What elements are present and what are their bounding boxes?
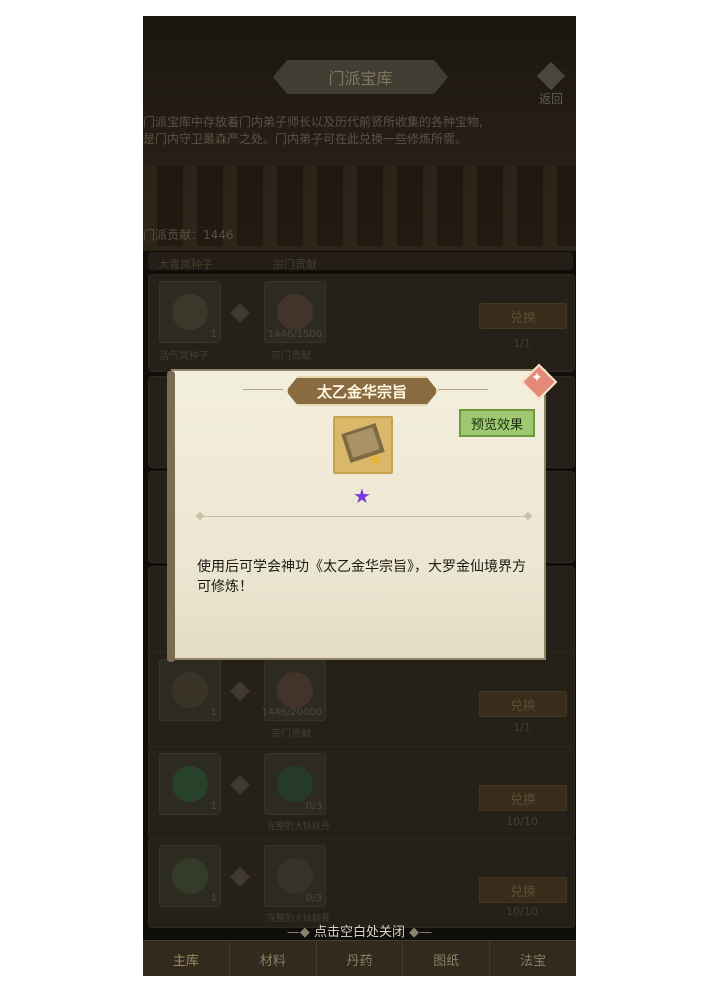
book-graphic [341,423,385,465]
modal-scroll-edge [167,371,175,662]
rarity-star-icon: ★ [353,484,371,508]
tab-materials[interactable]: 材料 [230,941,317,976]
title-ornament-line [438,389,488,390]
tab-main[interactable]: 主库 [143,941,230,976]
bottom-tabbar: 主库 材料 丹药 图纸 法宝 [143,940,576,976]
tab-blueprints[interactable]: 图纸 [403,941,491,976]
divider-ornament [523,511,533,521]
close-glyph-icon: ✦ [531,370,543,386]
item-detail-modal: 太乙金华宗旨 预览效果 ★ 使用后可学会神功《太乙金华宗旨》，大罗金仙境界方可修… [167,363,558,662]
book-icon [333,416,393,474]
ornament-left-icon: —◆ [286,925,314,940]
modal-divider [199,516,529,517]
title-ornament-line [243,389,283,390]
modal-title: 太乙金华宗旨 [286,376,438,406]
close-hint-text: 点击空白处关闭 [313,925,405,940]
modal-close-button[interactable]: ✦ [520,363,558,401]
tab-pills[interactable]: 丹药 [317,941,404,976]
item-description: 使用后可学会神功《太乙金华宗旨》，大罗金仙境界方可修炼！ [197,559,526,595]
ornament-right-icon: ◆— [409,925,433,940]
tab-artifacts[interactable]: 法宝 [490,941,576,976]
preview-effect-button[interactable]: 预览效果 [459,409,535,437]
close-hint: —◆ 点击空白处关闭 ◆— [143,921,576,940]
